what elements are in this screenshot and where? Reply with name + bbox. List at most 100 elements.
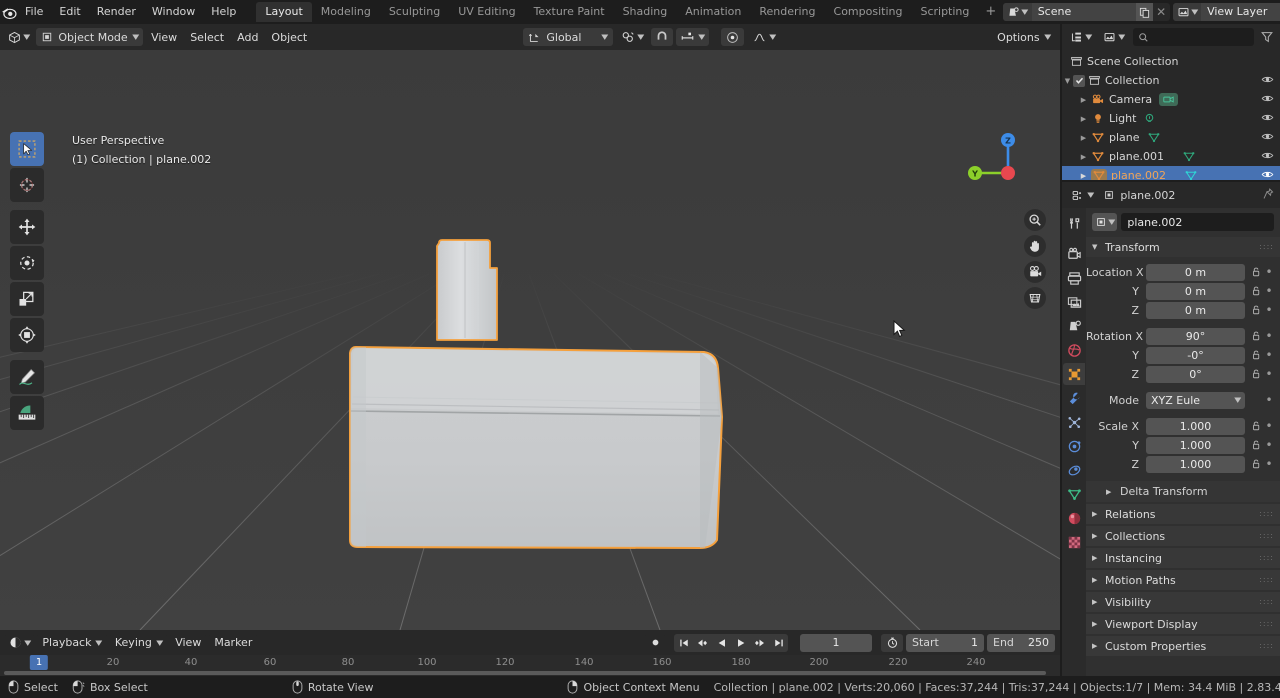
- material-tab[interactable]: [1063, 507, 1085, 529]
- timeline-menu-marker[interactable]: Marker: [209, 633, 258, 652]
- world-tab[interactable]: [1063, 339, 1085, 361]
- lock-icon[interactable]: [1249, 458, 1263, 470]
- subpanel-delta-transform[interactable]: ▶ Delta Transform: [1086, 481, 1280, 502]
- outliner-row-collection[interactable]: ▼ Collection: [1062, 71, 1280, 90]
- viewport-menu-add[interactable]: Add: [232, 28, 264, 46]
- animate-property-dot[interactable]: •: [1263, 419, 1275, 433]
- visibility-eye-icon[interactable]: [1261, 168, 1274, 181]
- jump-start-icon[interactable]: [674, 634, 693, 652]
- view-layer-tab[interactable]: [1063, 291, 1085, 313]
- clock-icon[interactable]: [881, 633, 903, 652]
- object-tab[interactable]: [1063, 363, 1085, 385]
- jump-end-icon[interactable]: [769, 634, 788, 652]
- snap-magnet-icon[interactable]: [651, 28, 674, 46]
- lock-icon[interactable]: [1249, 368, 1263, 380]
- prev-keyframe-icon[interactable]: [693, 634, 712, 652]
- scene-name-field[interactable]: Scene: [1031, 3, 1136, 21]
- rotation-x-field[interactable]: 90°: [1146, 327, 1245, 345]
- viewport-options-dropdown[interactable]: Options ▼: [991, 28, 1056, 46]
- lock-icon[interactable]: [1249, 285, 1263, 297]
- modifier-tab[interactable]: [1063, 387, 1085, 409]
- navigation-gizmo[interactable]: Z Y: [962, 127, 1020, 185]
- 3d-viewport[interactable]: User Perspective (1) Collection | plane.…: [0, 50, 1060, 630]
- filter-funnel-icon[interactable]: [1258, 30, 1276, 44]
- animate-property-dot[interactable]: •: [1263, 393, 1275, 407]
- start-frame-field[interactable]: Start 1: [906, 633, 984, 652]
- play-icon[interactable]: [731, 634, 750, 652]
- rotate-tool[interactable]: [10, 246, 44, 280]
- unlink-scene-button[interactable]: ✕: [1153, 3, 1170, 21]
- lock-icon[interactable]: [1249, 349, 1263, 361]
- properties-panel[interactable]: ▼ plane.002 ▼ Transform :::: Location X …: [1086, 208, 1280, 678]
- lock-icon[interactable]: [1249, 330, 1263, 342]
- measure-tool[interactable]: [10, 396, 44, 430]
- animate-property-dot[interactable]: •: [1263, 303, 1275, 317]
- lock-icon[interactable]: [1249, 266, 1263, 278]
- lock-icon[interactable]: [1249, 420, 1263, 432]
- properties-editor-icon[interactable]: ▼: [1067, 186, 1098, 204]
- timeline-ruler[interactable]: 20 40 60 80 100 120 140 160 180 200 220 …: [0, 655, 1060, 676]
- pan-hand-icon[interactable]: [1024, 235, 1046, 257]
- transform-tool[interactable]: [10, 318, 44, 352]
- outliner-row-scene-collection[interactable]: Scene Collection: [1062, 52, 1280, 71]
- workspace-tab-rendering[interactable]: Rendering: [750, 2, 824, 22]
- render-tab[interactable]: [1063, 243, 1085, 265]
- workspace-tab-animation[interactable]: Animation: [676, 2, 750, 22]
- location-x-field[interactable]: 0 m: [1146, 263, 1245, 281]
- light-green-icon[interactable]: [1143, 112, 1156, 125]
- scene-tab[interactable]: [1063, 315, 1085, 337]
- timeline-menu-playback[interactable]: Playback ▼: [37, 633, 107, 652]
- disclosure-triangle-icon[interactable]: ▶: [1078, 134, 1089, 142]
- ortho-persp-icon[interactable]: [1024, 287, 1046, 309]
- collection-checkbox[interactable]: [1073, 74, 1085, 87]
- blender-logo-icon[interactable]: [0, 0, 17, 24]
- workspace-tab-uv-editing[interactable]: UV Editing: [449, 2, 524, 22]
- data-tab[interactable]: [1063, 483, 1085, 505]
- panel-header-visibility[interactable]: ▶ Visibility ::::: [1086, 592, 1280, 612]
- particles-tab[interactable]: [1063, 411, 1085, 433]
- rotation-mode-dropdown[interactable]: XYZ Eule ▼: [1146, 391, 1245, 409]
- disclosure-triangle-icon[interactable]: ▶: [1078, 96, 1089, 104]
- viewport-menu-object[interactable]: Object: [266, 28, 313, 46]
- animate-property-dot[interactable]: •: [1263, 329, 1275, 343]
- panel-header-relations[interactable]: ▶ Relations ::::: [1086, 504, 1280, 524]
- rotation-y-field[interactable]: -0°: [1146, 346, 1245, 364]
- panel-header-collections[interactable]: ▶ Collections ::::: [1086, 526, 1280, 546]
- cursor-tool[interactable]: [10, 168, 44, 202]
- scene-icon[interactable]: ▼: [1003, 3, 1032, 21]
- pin-icon[interactable]: [1262, 187, 1275, 204]
- menu-edit[interactable]: Edit: [51, 3, 88, 21]
- editor-type-3dview-icon[interactable]: ▼: [4, 28, 34, 46]
- timeline-playhead[interactable]: 1: [29, 655, 49, 670]
- new-scene-button[interactable]: [1135, 3, 1153, 21]
- workspace-tab-sculpting[interactable]: Sculpting: [380, 2, 449, 22]
- object-mode-dropdown[interactable]: Object Mode ▼: [36, 28, 144, 46]
- lock-icon[interactable]: [1249, 439, 1263, 451]
- add-workspace-button[interactable]: +: [978, 2, 1003, 22]
- scale-tool[interactable]: [10, 282, 44, 316]
- physics-tab[interactable]: [1063, 435, 1085, 457]
- workspace-tab-texture-paint[interactable]: Texture Paint: [525, 2, 614, 22]
- next-keyframe-icon[interactable]: [750, 634, 769, 652]
- move-tool[interactable]: [10, 210, 44, 244]
- workspace-tab-modeling[interactable]: Modeling: [312, 2, 380, 22]
- visibility-eye-icon[interactable]: [1261, 73, 1274, 89]
- scale-y-field[interactable]: 1.000: [1146, 436, 1245, 454]
- menu-file[interactable]: File: [17, 3, 51, 21]
- outliner[interactable]: Scene Collection ▼ Collection ▶ Camera ▶…: [1062, 50, 1280, 180]
- panel-header-custom-properties[interactable]: ▶ Custom Properties ::::: [1086, 636, 1280, 656]
- timeline-menu-keying[interactable]: Keying ▼: [109, 633, 168, 652]
- workspace-tab-layout[interactable]: Layout: [256, 2, 312, 22]
- snap-target-dropdown[interactable]: ▼: [676, 28, 709, 46]
- animate-property-dot[interactable]: •: [1263, 265, 1275, 279]
- view-layer-icon[interactable]: ▼: [1172, 3, 1202, 21]
- animate-property-dot[interactable]: •: [1263, 367, 1275, 381]
- constraints-tab[interactable]: [1063, 459, 1085, 481]
- timeline-scrollbar[interactable]: [4, 671, 1046, 675]
- visibility-eye-icon[interactable]: [1261, 149, 1274, 165]
- location-y-field[interactable]: 0 m: [1146, 282, 1245, 300]
- workspace-tab-compositing[interactable]: Compositing: [825, 2, 912, 22]
- viewport-menu-select[interactable]: Select: [185, 28, 230, 46]
- object-icon[interactable]: ▼: [1092, 213, 1118, 231]
- timeline-editor-icon[interactable]: ▼: [5, 633, 35, 652]
